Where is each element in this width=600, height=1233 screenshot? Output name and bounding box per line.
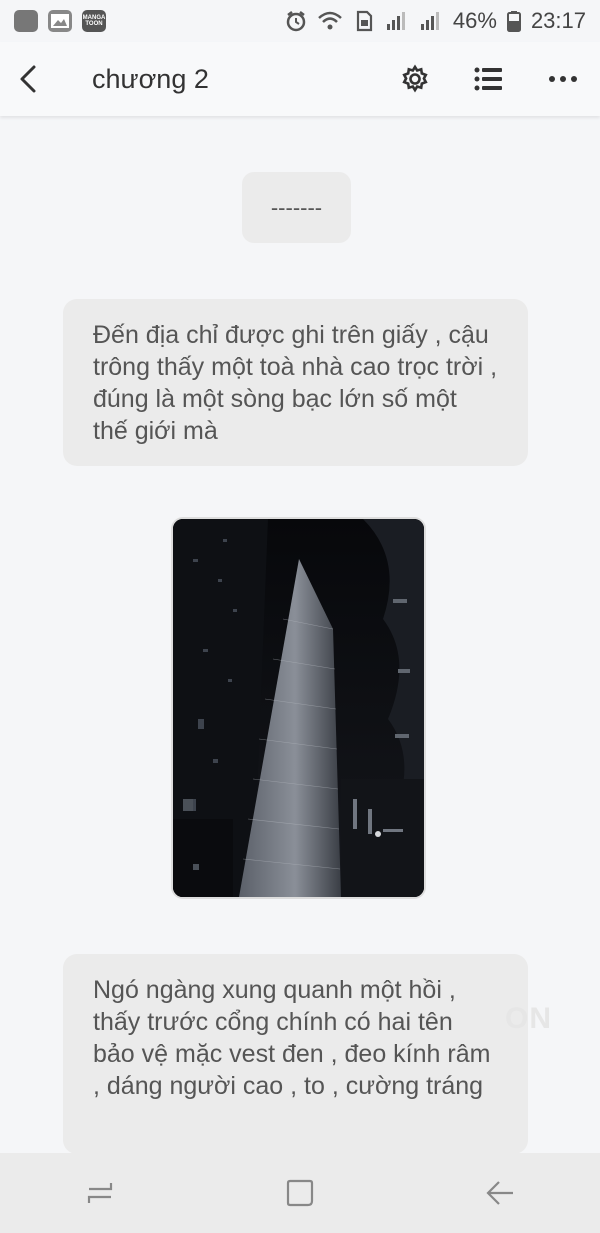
chapter-list-button[interactable] <box>452 42 526 116</box>
back-button[interactable] <box>0 42 56 116</box>
back-icon <box>20 65 36 93</box>
home-icon <box>286 1179 314 1207</box>
clock: 23:17 <box>530 8 586 33</box>
divider-text: ------- <box>270 194 323 220</box>
app-icon <box>14 10 38 32</box>
alarm-icon <box>286 11 306 32</box>
paragraph-text: Đến địa chỉ được ghi trên giấy , cậu trô… <box>93 321 498 445</box>
night-skyscraper-image <box>173 519 424 897</box>
sim-icon <box>356 10 372 32</box>
gallery-icon <box>48 10 72 32</box>
divider-bubble: ------- <box>242 172 351 243</box>
list-icon <box>474 67 502 91</box>
mangatoon-icon-text: MANGA TOON <box>82 15 106 27</box>
paragraph-text: Ngó ngàng xung quanh một hồi , thấy trướ… <box>93 976 491 1100</box>
battery-percent: 46% <box>452 8 497 33</box>
signal-icon <box>420 12 439 30</box>
status-bar: MANGA TOON 46% 23:17 <box>0 0 600 42</box>
more-button[interactable] <box>526 42 600 116</box>
paragraph-bubble: Ngó ngàng xung quanh một hồi , thấy trướ… <box>63 954 528 1153</box>
wifi-icon <box>318 11 342 30</box>
notification-icons: MANGA TOON <box>14 10 106 32</box>
system-nav-bar <box>0 1153 600 1233</box>
back-nav-icon <box>486 1181 513 1205</box>
recent-apps-icon <box>87 1183 113 1203</box>
watermark: ON <box>505 1002 552 1035</box>
story-image[interactable] <box>171 517 426 899</box>
back-nav-button[interactable] <box>460 1153 540 1233</box>
more-icon <box>549 76 577 82</box>
page-title: chương 2 <box>92 63 209 94</box>
signal-icon <box>386 12 405 30</box>
system-status: 46% 23:17 <box>285 8 586 34</box>
settings-icon <box>402 64 428 93</box>
app-bar: chương 2 <box>0 42 600 116</box>
chapter-content[interactable]: ------- Đến địa chỉ được ghi trên giấy ,… <box>0 116 600 1153</box>
home-button[interactable] <box>260 1153 340 1233</box>
recent-apps-button[interactable] <box>60 1153 140 1233</box>
battery-icon <box>506 11 521 32</box>
mangatoon-icon: MANGA TOON <box>82 10 106 32</box>
settings-button[interactable] <box>378 42 452 116</box>
paragraph-bubble: Đến địa chỉ được ghi trên giấy , cậu trô… <box>63 299 528 466</box>
